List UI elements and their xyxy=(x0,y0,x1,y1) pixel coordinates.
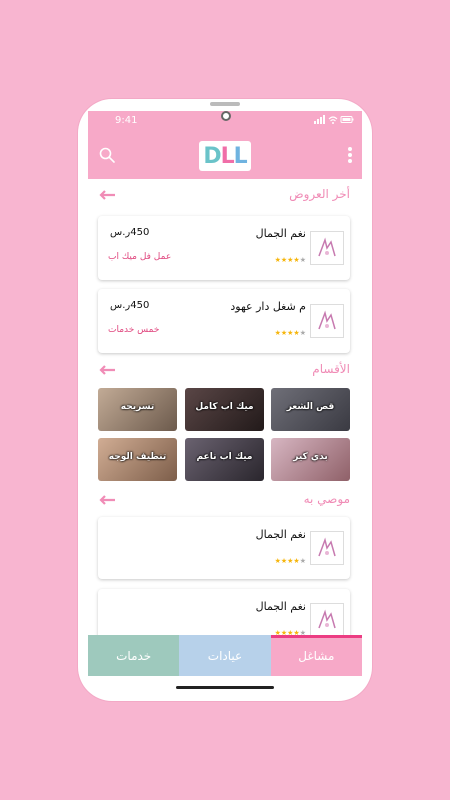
recommended-name: نغم الجمال xyxy=(255,600,306,613)
category-tile[interactable]: بدي كير xyxy=(271,438,350,481)
scroll-content[interactable]: أخر العروض نغم الجمال 450ر.س عمل فل ميك … xyxy=(88,179,362,635)
arrow-left-icon[interactable] xyxy=(98,363,116,377)
tab-services-label: خدمات xyxy=(116,648,152,663)
category-label: ميك اب ناعم xyxy=(196,452,253,462)
category-label: تنظيف الوجه xyxy=(108,452,167,462)
category-tile[interactable]: تسريحه xyxy=(98,388,177,431)
recommended-title: موصي به xyxy=(303,492,350,506)
bottom-tab-bar: خدمات عيادات مشاغل xyxy=(88,635,362,676)
offers-header: أخر العروض xyxy=(88,187,362,207)
app-logo: DLL xyxy=(199,141,251,171)
offer-name: نغم الجمال xyxy=(255,227,306,240)
business-logo xyxy=(310,231,344,265)
category-tile[interactable]: ميك اب كامل xyxy=(185,388,264,431)
tab-clinics[interactable]: عيادات xyxy=(179,635,271,676)
app-header: DLL xyxy=(88,133,362,179)
category-label: قص الشعر xyxy=(286,402,335,412)
status-time: 9:41 xyxy=(115,115,138,126)
offer-card[interactable]: م شغل دار عهود 450ر.س خمس خدمات ★★★★★ xyxy=(98,289,350,353)
category-label: ميك اب كامل xyxy=(195,402,254,412)
logo-letter-d: D xyxy=(203,143,221,169)
status-bar: 9:41 xyxy=(88,111,362,133)
offer-price: 450ر.س xyxy=(110,227,150,238)
category-label: تسريحه xyxy=(120,402,155,412)
recommended-header: موصي به xyxy=(88,492,362,512)
status-icons xyxy=(314,115,354,128)
tab-clinics-label: عيادات xyxy=(207,648,243,663)
category-tile[interactable]: ميك اب ناعم xyxy=(185,438,264,481)
recommended-card[interactable]: نغم الجمال ★★★★★ xyxy=(98,589,350,635)
app-screen: 9:41 DLL أخر العروض نغم الجمال 450ر.س عم… xyxy=(88,111,362,676)
search-button[interactable] xyxy=(98,146,118,166)
camera-icon xyxy=(221,111,231,121)
category-tile[interactable]: تنظيف الوجه xyxy=(98,438,177,481)
offer-card[interactable]: نغم الجمال 450ر.س عمل فل ميك اب ★★★★★ xyxy=(98,216,350,280)
offers-title: أخر العروض xyxy=(289,187,350,201)
offer-desc: عمل فل ميك اب xyxy=(108,252,172,262)
more-vertical-icon[interactable] xyxy=(344,145,356,167)
category-label: بدي كير xyxy=(293,452,328,462)
home-indicator[interactable] xyxy=(176,686,274,689)
arrow-left-icon[interactable] xyxy=(98,188,116,202)
rating-stars: ★★★★★ xyxy=(274,329,306,337)
offer-name: م شغل دار عهود xyxy=(230,300,306,313)
phone-frame: 9:41 DLL أخر العروض نغم الجمال 450ر.س عم… xyxy=(78,99,372,701)
search-icon xyxy=(99,147,115,163)
business-logo xyxy=(310,531,344,565)
arrow-left-icon[interactable] xyxy=(98,493,116,507)
logo-letter-l1: L xyxy=(220,143,235,169)
recommended-card[interactable]: نغم الجمال ★★★★★ xyxy=(98,517,350,579)
speaker-grille xyxy=(210,102,240,106)
rating-stars: ★★★★★ xyxy=(274,557,306,565)
logo-letter-l2: L xyxy=(233,143,248,169)
tab-salons[interactable]: مشاغل xyxy=(270,635,362,676)
business-logo xyxy=(310,304,344,338)
offer-price: 450ر.س xyxy=(110,300,150,311)
tab-salons-label: مشاغل xyxy=(298,648,335,663)
categories-title: الأقسام xyxy=(312,362,350,376)
categories-header: الأقسام xyxy=(88,362,362,382)
tab-services[interactable]: خدمات xyxy=(88,635,180,676)
offer-desc: خمس خدمات xyxy=(108,325,160,335)
category-tile[interactable]: قص الشعر xyxy=(271,388,350,431)
rating-stars: ★★★★★ xyxy=(274,256,306,264)
recommended-name: نغم الجمال xyxy=(255,528,306,541)
business-logo xyxy=(310,603,344,635)
